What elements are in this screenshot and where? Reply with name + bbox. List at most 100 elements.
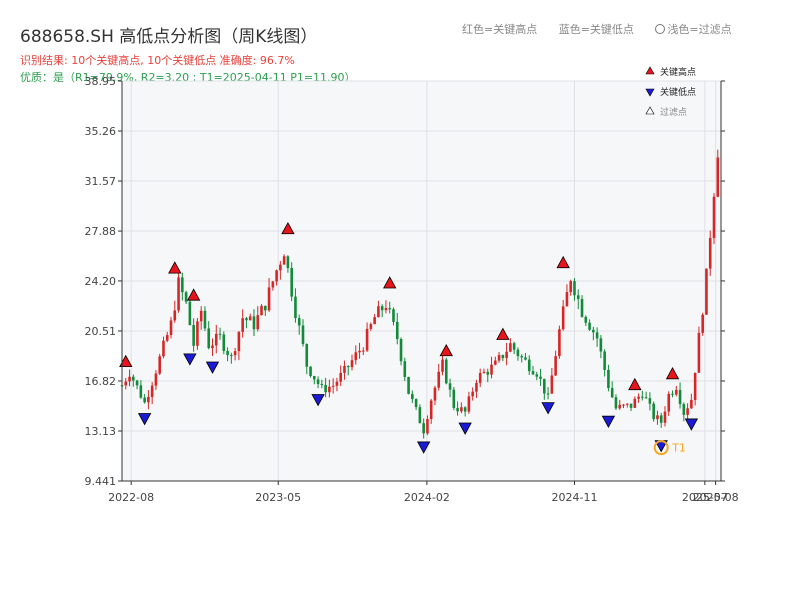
candle-body xyxy=(248,316,252,321)
candle-body xyxy=(286,256,290,268)
candle-body xyxy=(237,331,241,352)
candle-body xyxy=(365,328,369,351)
candle-body xyxy=(475,382,478,392)
candle-body xyxy=(637,396,640,399)
y-tick-label: 31.57 xyxy=(85,175,117,188)
candle-body xyxy=(305,344,309,367)
candle-body xyxy=(580,298,584,317)
candle-body xyxy=(648,398,652,404)
candle-body xyxy=(697,332,701,373)
candle-body xyxy=(147,396,150,403)
candle-body xyxy=(456,407,459,412)
candle-body xyxy=(667,393,671,412)
x-tick-label: 2022-08 xyxy=(108,491,154,504)
x-tick-label: 2024-02 xyxy=(404,491,450,504)
candle-body xyxy=(165,335,169,341)
candle-body xyxy=(573,281,576,296)
candle-body xyxy=(162,340,165,357)
candle-body xyxy=(241,318,244,332)
candle-body xyxy=(395,321,399,339)
candle-body xyxy=(614,397,618,409)
candle-body xyxy=(478,372,482,383)
candle-body xyxy=(622,404,625,406)
candle-body xyxy=(603,351,606,370)
candle-body xyxy=(377,306,380,318)
candle-body xyxy=(150,385,154,397)
candle-body xyxy=(535,374,539,377)
legend-high-marker xyxy=(645,66,655,75)
candle-body xyxy=(705,268,708,315)
candle-body xyxy=(674,389,678,395)
y-tick-label: 9.441 xyxy=(85,475,117,488)
y-tick-label: 20.51 xyxy=(85,325,117,338)
y-tick-label: 16.82 xyxy=(85,375,117,388)
candle-body xyxy=(407,376,410,394)
legend-item-label: 过滤点 xyxy=(660,106,687,118)
y-tick-label: 35.26 xyxy=(85,125,117,138)
y-tick-label: 38.95 xyxy=(85,75,117,88)
candle-body xyxy=(233,351,237,356)
candle-body xyxy=(399,338,403,362)
candle-body xyxy=(686,408,689,415)
candle-body xyxy=(433,387,437,401)
candle-body xyxy=(569,281,573,293)
candle-body xyxy=(309,366,312,377)
candle-body xyxy=(143,397,146,403)
candle-body xyxy=(588,322,591,330)
candle-body xyxy=(181,277,184,293)
candle-body xyxy=(263,305,267,311)
candle-body xyxy=(211,345,214,349)
candle-body xyxy=(158,356,162,374)
candle-body xyxy=(426,419,429,434)
candle-body xyxy=(422,423,425,434)
candle-body xyxy=(460,407,463,412)
candle-body xyxy=(324,384,327,393)
candle-body xyxy=(618,404,622,409)
candle-body xyxy=(222,334,226,351)
candle-body xyxy=(486,371,490,375)
candle-body xyxy=(301,325,305,345)
candle-body xyxy=(279,264,282,271)
candle-body xyxy=(339,372,342,382)
candle-body xyxy=(354,352,358,361)
candle-body xyxy=(350,360,354,368)
candle-body xyxy=(595,332,599,339)
candle-body xyxy=(373,317,376,325)
candle-body xyxy=(154,373,158,386)
candle-body xyxy=(411,393,414,400)
candle-body xyxy=(554,356,557,376)
candle-body xyxy=(203,310,207,329)
x-tick-label: 2024-11 xyxy=(551,491,597,504)
candle-body xyxy=(693,372,697,400)
candle-body xyxy=(290,267,293,297)
candle-body xyxy=(690,399,693,409)
candle-body xyxy=(565,292,569,307)
candle-body xyxy=(218,333,222,335)
candle-body xyxy=(584,316,588,323)
candle-body xyxy=(558,329,561,357)
candle-body xyxy=(467,396,471,412)
y-tick-label: 13.13 xyxy=(85,425,117,438)
candle-body xyxy=(576,295,580,299)
candle-body xyxy=(331,385,335,387)
candle-body xyxy=(501,355,505,359)
candle-body xyxy=(437,371,441,388)
candle-body xyxy=(716,157,720,197)
candle-body xyxy=(429,400,433,420)
candle-body xyxy=(343,365,346,373)
candle-body xyxy=(252,316,256,330)
x-tick-label: 2025-08 xyxy=(693,491,739,504)
candle-body xyxy=(539,376,542,379)
legend-item-label: 关键低点 xyxy=(660,86,696,98)
candle-body xyxy=(207,328,211,349)
candle-body xyxy=(444,359,448,384)
candle-body xyxy=(328,386,331,393)
candle-body xyxy=(561,306,565,330)
candle-body xyxy=(346,365,350,368)
candle-body xyxy=(463,407,467,412)
candle-body xyxy=(599,338,603,352)
candle-body xyxy=(139,385,143,398)
candle-body xyxy=(490,364,493,375)
candle-body xyxy=(414,399,418,408)
candle-body xyxy=(271,281,275,288)
